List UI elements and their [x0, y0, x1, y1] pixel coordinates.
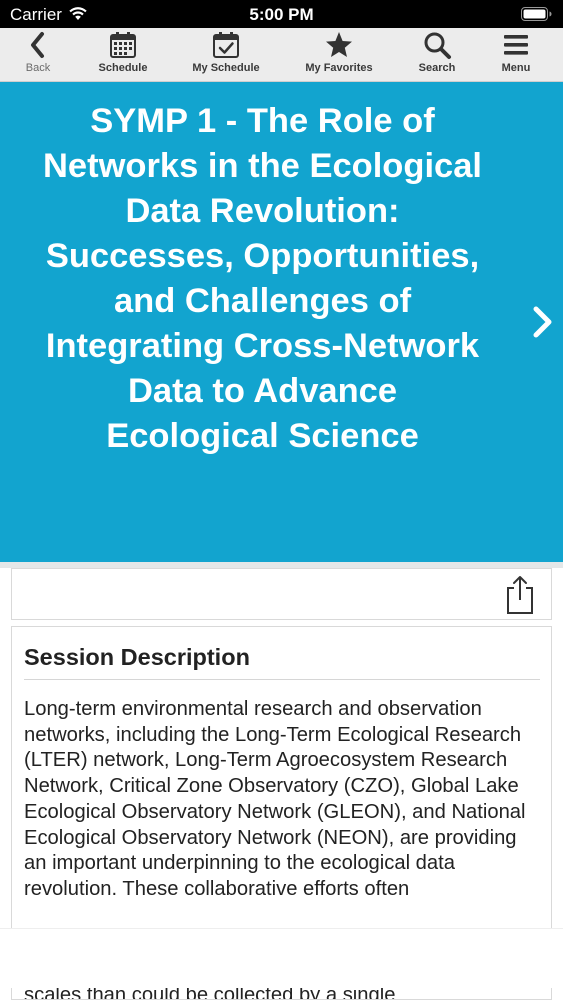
clock: 5:00 PM: [249, 5, 314, 24]
session-hero-banner: SYMP 1 - The Role of Networks in the Eco…: [0, 82, 563, 562]
calendar-icon: [110, 32, 136, 58]
search-label: Search: [418, 62, 456, 74]
bottom-overlay-band: [0, 928, 563, 988]
my-schedule-button[interactable]: My Schedule: [186, 28, 266, 82]
chevron-left-icon: [31, 32, 44, 58]
schedule-label: Schedule: [98, 62, 148, 74]
schedule-button[interactable]: Schedule: [92, 28, 154, 82]
my-schedule-label: My Schedule: [192, 62, 260, 74]
chevron-right-icon[interactable]: [528, 304, 556, 340]
my-favorites-label: My Favorites: [305, 62, 373, 74]
action-card: [11, 568, 552, 620]
hamburger-menu-icon: [504, 35, 528, 55]
session-title: SYMP 1 - The Role of Networks in the Eco…: [42, 102, 483, 455]
menu-label: Menu: [501, 62, 531, 74]
top-toolbar: Back Schedule My Schedule My Favorites S…: [0, 28, 563, 82]
back-button[interactable]: Back: [16, 28, 60, 82]
back-label: Back: [25, 62, 51, 74]
status-bar: Carrier 5:00 PM: [0, 0, 563, 28]
search-icon: [424, 32, 451, 59]
search-button[interactable]: Search: [412, 28, 462, 82]
battery-icon: [521, 7, 552, 21]
star-icon: [326, 32, 352, 57]
share-icon[interactable]: [505, 575, 535, 615]
session-description-text: Long-term environmental research and obs…: [24, 698, 526, 900]
section-heading: Session Description: [24, 644, 540, 680]
menu-button[interactable]: Menu: [494, 28, 538, 82]
calendar-check-icon: [213, 32, 239, 58]
my-favorites-button[interactable]: My Favorites: [298, 28, 380, 82]
